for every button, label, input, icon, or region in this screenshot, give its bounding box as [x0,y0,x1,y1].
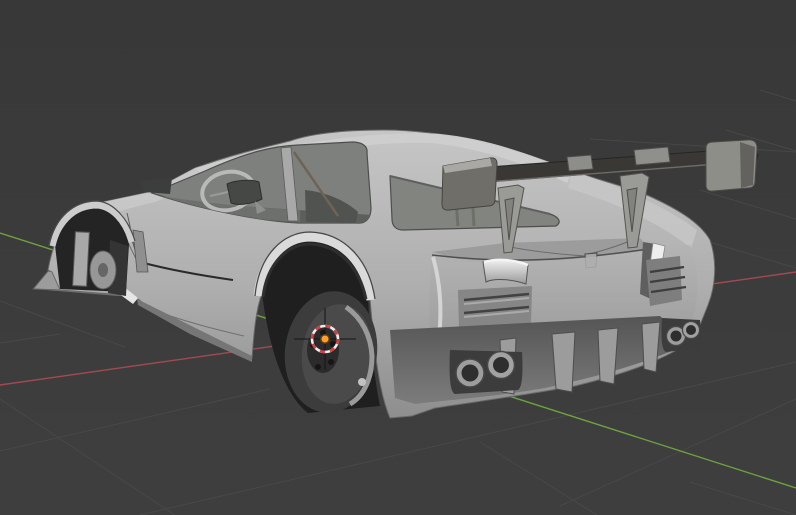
exhaust-tip-3-hole [670,330,682,342]
cursor-dot [321,335,329,343]
diffuser-fin-3 [597,327,619,385]
diffuser-fin-2 [551,331,576,393]
lug-hole-3 [328,359,334,365]
lug-hole-4 [315,364,321,370]
grid-line [0,333,61,344]
car-model[interactable] [31,129,759,419]
exhaust-tip-1-hole [461,364,479,382]
grid-line [759,89,796,102]
wing-mount-tab-1 [566,154,594,172]
viewport-3d[interactable] [0,0,796,515]
side-mirror[interactable] [226,179,263,205]
grid-line [689,481,796,515]
wing-mount-tab-2 [633,146,671,166]
brake-nub [358,378,366,386]
diffuser-fin-4 [641,321,661,373]
grid-line [0,388,271,452]
wing-endplate-right-inner [740,142,755,188]
grid-line [479,441,598,515]
exhaust-tip-4-hole [686,325,696,335]
front-hub [98,263,108,277]
front-strut [72,231,90,287]
grid-line [699,189,796,220]
viewport-canvas[interactable] [0,0,796,515]
exhaust-tip-2-hole [493,357,509,373]
grid-line [589,138,796,153]
grid-line [559,398,796,507]
far-side-mirror [140,178,172,194]
